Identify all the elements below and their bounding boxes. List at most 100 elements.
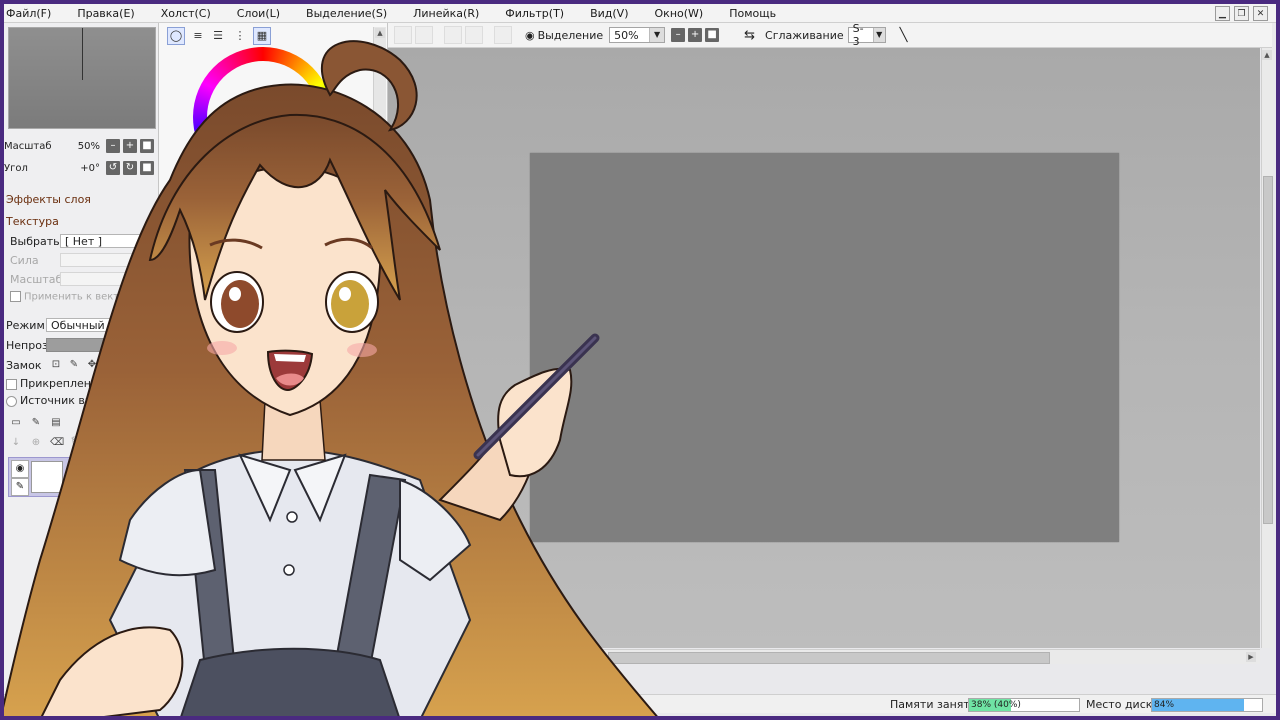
swatches-icon[interactable]: ⋮ bbox=[231, 27, 249, 45]
scale-label: Масштаб bbox=[4, 140, 52, 152]
menu-filter[interactable]: Фильтр(T) bbox=[492, 7, 577, 20]
apply-to-vector-label: Применить к вектору bbox=[24, 291, 138, 303]
selection-visibility-toggle[interactable]: ◉ Выделение bbox=[525, 29, 603, 42]
menu-layers[interactable]: Слои(L) bbox=[224, 7, 293, 20]
status-bar: Памяти занято 38% (40%) Место диска 84% bbox=[4, 694, 1276, 713]
layer-item[interactable]: ◉ ✎ Слой1 Обычный 100% bbox=[8, 457, 156, 497]
zoom-reset-icon[interactable]: ■ bbox=[705, 28, 720, 42]
menu-help[interactable]: Помощь bbox=[716, 7, 789, 20]
delete-layer-icon[interactable]: 🗑 bbox=[70, 437, 83, 449]
color-wheel[interactable] bbox=[193, 47, 333, 187]
rgb-slider-icon[interactable]: ≡ bbox=[189, 27, 207, 45]
vertical-scrollbar[interactable]: ▲ bbox=[1261, 48, 1273, 648]
selection-visibility-icon-ghost[interactable] bbox=[494, 26, 512, 44]
transfer-down-icon[interactable]: ↓ bbox=[10, 437, 22, 449]
clear-layer-icon[interactable]: ⌫ bbox=[50, 437, 64, 449]
merge-layer-icon[interactable]: ⇊ bbox=[96, 417, 108, 429]
opacity-label: Непроз. bbox=[6, 339, 52, 352]
smoothing-label: Сглаживание bbox=[765, 28, 844, 42]
redo-icon[interactable] bbox=[415, 26, 433, 44]
disk-meter: 84% bbox=[1151, 698, 1263, 712]
lock-transparency-icon[interactable]: ⊡ bbox=[50, 359, 62, 371]
scale-row: Масштаб 50% – + ■ bbox=[4, 137, 157, 155]
lock-label: Замок bbox=[6, 359, 42, 372]
texture-scale-field[interactable]: 1 bbox=[60, 272, 154, 286]
pin-row[interactable]: Прикрепление bbox=[6, 377, 105, 390]
selection-source-checkbox[interactable] bbox=[6, 395, 17, 407]
horizontal-scroll-thumb[interactable] bbox=[608, 652, 1050, 664]
selection-source-row[interactable]: Источник выбора bbox=[6, 394, 121, 407]
menu-selection[interactable]: Выделение(S) bbox=[293, 7, 400, 20]
menu-edit[interactable]: Правка(E) bbox=[64, 7, 147, 20]
lock-draw-icon[interactable]: ✎ bbox=[68, 359, 80, 371]
new-folder-icon[interactable]: ▤ bbox=[50, 417, 62, 429]
chevron-down-icon: ▼ bbox=[649, 28, 665, 42]
navigator-marker bbox=[82, 28, 83, 80]
flip-icon[interactable]: ⇆ bbox=[744, 28, 755, 43]
menu-ruler[interactable]: Линейка(R) bbox=[400, 7, 492, 20]
undo-icon[interactable] bbox=[394, 26, 412, 44]
vertical-scroll-thumb[interactable] bbox=[1263, 176, 1273, 524]
disk-value: 84% bbox=[1154, 700, 1175, 710]
smoothing-select[interactable]: S-3 ▼ bbox=[847, 22, 886, 48]
texture-header[interactable]: Текстура bbox=[6, 215, 59, 228]
canvas-area[interactable] bbox=[388, 48, 1260, 648]
scroll-up-icon[interactable]: ▲ bbox=[1262, 50, 1272, 60]
scroll-right-icon[interactable]: ▶ bbox=[1246, 652, 1256, 662]
zoom-out-icon[interactable]: – bbox=[671, 28, 686, 42]
apply-to-vector-checkbox[interactable] bbox=[10, 291, 21, 302]
opacity-value: 100 bbox=[133, 339, 153, 350]
texture-strength-slider[interactable] bbox=[60, 253, 154, 267]
texture-strength-label: Сила bbox=[10, 254, 39, 267]
opacity-slider[interactable]: 100 bbox=[46, 338, 154, 352]
layer-opacity: 100% bbox=[67, 483, 93, 493]
new-vector-layer-icon[interactable]: ✎ bbox=[30, 417, 42, 429]
menu-canvas[interactable]: Холст(C) bbox=[148, 7, 224, 20]
invert-selection-icon[interactable] bbox=[465, 26, 483, 44]
hsv-slider-icon[interactable]: ☰ bbox=[209, 27, 227, 45]
canvas[interactable] bbox=[530, 153, 1119, 542]
scroll-up-icon[interactable]: ▲ bbox=[375, 28, 385, 38]
scratchpad-icon[interactable]: ▦ bbox=[253, 27, 271, 45]
blend-mode-select[interactable]: Обычный bbox=[46, 318, 154, 332]
lock-move-icon[interactable]: ✥ bbox=[86, 359, 98, 371]
merge-down-icon[interactable]: ⊕ bbox=[30, 437, 42, 449]
rotate-right-icon[interactable]: ↻ bbox=[123, 161, 137, 175]
eye-icon[interactable]: ◉ bbox=[11, 460, 29, 478]
window-controls: ▁ ❐ ✕ bbox=[1215, 6, 1268, 21]
layer-effects-header[interactable]: Эффекты слоя bbox=[6, 193, 91, 206]
horizontal-scrollbar[interactable]: ▶ bbox=[388, 649, 1260, 664]
chevron-down-icon: ▼ bbox=[872, 28, 885, 42]
zoom-out-icon[interactable]: – bbox=[106, 139, 120, 153]
line-tool-icon[interactable]: ╲ bbox=[900, 28, 908, 43]
rotate-reset-icon[interactable]: ■ bbox=[140, 161, 154, 175]
menu-file[interactable]: Файл(F) bbox=[4, 7, 64, 20]
zoom-in-icon[interactable]: + bbox=[688, 28, 703, 42]
rotate-left-icon[interactable]: ↺ bbox=[106, 161, 120, 175]
lock-all-icon[interactable]: 🔒 bbox=[104, 359, 116, 371]
new-layer-icon[interactable]: ▭ bbox=[10, 417, 22, 429]
layer-thumbnail bbox=[31, 461, 63, 493]
tool-panel-scrollbar[interactable]: ▲ bbox=[373, 27, 386, 147]
pin-checkbox[interactable] bbox=[6, 378, 17, 390]
apply-to-vector-row[interactable]: Применить к вектору bbox=[10, 291, 138, 303]
zoom-select[interactable]: 50% ▼ bbox=[609, 27, 666, 43]
minimize-icon[interactable]: ▁ bbox=[1215, 6, 1230, 21]
eye-icon: ◉ bbox=[525, 28, 535, 42]
close-icon[interactable]: ✕ bbox=[1253, 6, 1268, 21]
deselect-icon[interactable] bbox=[444, 26, 462, 44]
menu-window[interactable]: Окно(W) bbox=[642, 7, 717, 20]
scale-value: 50% bbox=[77, 140, 100, 152]
menu-view[interactable]: Вид(V) bbox=[577, 7, 641, 20]
toolbar: ◉ Выделение 50% ▼ – + ■ ⇆ Сглаживание S-… bbox=[388, 22, 1272, 48]
zoom-reset-icon[interactable]: ■ bbox=[140, 139, 154, 153]
restore-icon[interactable]: ❐ bbox=[1234, 6, 1249, 21]
left-panel: Масштаб 50% – + ■ Угол +0° ↺ ↻ ■ Эффекты… bbox=[4, 23, 159, 713]
zoom-value: 50% bbox=[614, 28, 639, 42]
zoom-in-icon[interactable]: + bbox=[123, 139, 137, 153]
memory-value: 38% (40%) bbox=[971, 700, 1021, 710]
color-wheel-icon[interactable]: ◯ bbox=[167, 27, 185, 45]
texture-choose-field[interactable]: [ Нет ] bbox=[60, 234, 154, 248]
navigator-preview[interactable] bbox=[8, 27, 156, 129]
pencil-icon[interactable]: ✎ bbox=[11, 478, 29, 496]
